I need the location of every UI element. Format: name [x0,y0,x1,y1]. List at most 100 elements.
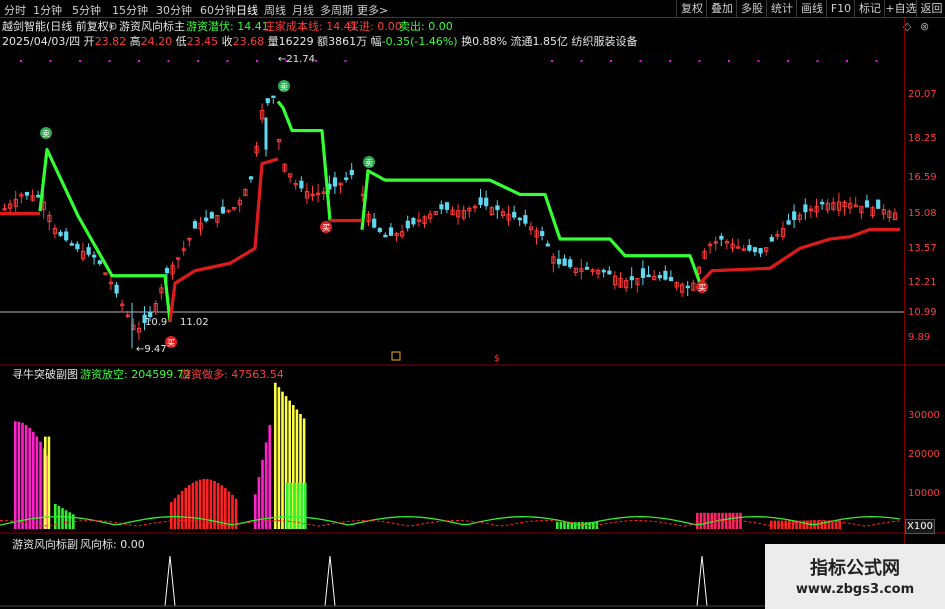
sell-marker-text: 卖 [280,83,288,92]
histogram-bar [68,512,71,529]
sell-marker: 卖 [278,80,290,92]
signal-dot [167,60,170,62]
candle-body [405,220,410,229]
sell-marker-text: 卖 [365,159,373,168]
candle-body [86,247,91,255]
histogram-bar [286,482,289,529]
histogram-bar [180,490,184,529]
signal-dot [226,60,229,62]
candle-body [876,199,881,209]
histogram-bar [28,427,31,529]
watermark-title: 指标公式网 [810,558,900,579]
histogram-bar [300,482,303,529]
histogram-bar [788,520,791,529]
cost-line [698,227,900,285]
candle-body [69,243,74,246]
candle-body [668,276,674,282]
candle-body [556,258,562,265]
histogram-bar [820,520,823,529]
candle-body [803,204,808,213]
signal-dot [875,60,878,62]
histogram-bar [791,520,795,529]
watermark-banner: 指标公式网 www.zbgs3.com [765,544,945,609]
histogram-bar [188,484,191,529]
signal-dot [669,60,671,62]
candle-body [607,270,612,275]
sub1-indicator-name[interactable]: 寻牛突破副图 [12,368,78,381]
histogram-bar [773,520,777,529]
candle-body [92,254,97,258]
candle-body [377,228,382,232]
histogram-bar [39,441,42,529]
histogram-bar [24,425,28,529]
buy-marker: 买 [165,336,177,348]
histogram-bar [699,512,703,529]
signal-dot [787,60,789,62]
candle-body [719,235,724,240]
price-tick: 20.07 [908,89,937,100]
price-tick: 13.57 [908,243,937,254]
signal-dot [20,60,22,62]
candle-body [192,221,198,229]
event-marker-icon [391,351,401,361]
histogram-bar [14,421,17,529]
candle-body [58,232,63,236]
candle-body [758,248,763,254]
signal-dot [49,60,52,62]
histogram-bar [277,387,281,529]
candle-body [164,268,170,274]
sub2-item: 风向标: 0.00 [80,538,145,551]
histogram-bar [563,522,566,529]
candle-body [786,220,791,225]
watermark-url: www.zbgs3.com [795,582,915,597]
candle-body [444,202,450,210]
candle-body [204,217,209,222]
candle-body [562,258,567,266]
candle-body [568,259,573,268]
histogram-bar [47,436,51,529]
histogram-bar [170,502,173,529]
histogram-bar [177,494,180,529]
histogram-bar [721,512,724,529]
signal-dot [580,60,583,62]
buy-marker: 买 [320,221,332,233]
candle-body [685,285,690,289]
candle-body [209,212,214,219]
candle-body [478,197,483,205]
signal-spike [164,555,176,607]
level-right-label: 11.02 [180,317,209,328]
sub1-item-long: 游资做多: 47563.54 [180,368,284,381]
candle-body [484,197,489,207]
candle-body [657,275,662,279]
signal-dot [344,60,347,62]
price-tick: 9.89 [908,332,931,343]
dollar-icon: $ [494,354,500,364]
sub2-indicator-name[interactable]: 游资风向标副 [12,538,78,551]
candle-body [349,169,354,175]
histogram-bar [706,512,710,529]
sub1-item-short: 游资放空: 204599.72 [80,368,191,381]
price-tick: 12.21 [908,277,937,288]
histogram-bar [268,425,271,529]
sell-marker: 卖 [363,156,375,168]
histogram-bar [227,491,231,529]
histogram-bar [559,522,563,529]
histogram-bar [64,510,68,529]
candlestick-chart[interactable]: 卖卖卖买买买$ [0,0,945,609]
candle-body [640,268,646,278]
sub1-green-line [0,516,901,526]
histogram-bar [304,482,307,529]
volume-tick: 20000 [908,449,940,460]
histogram-bar [556,522,559,529]
buy-marker-text: 买 [698,284,706,293]
histogram-bar [703,512,706,529]
candle-body [411,218,416,225]
sell-marker: 卖 [40,127,52,139]
candle-body [495,205,500,211]
histogram-bar [281,391,284,529]
histogram-bar [202,479,205,529]
candle-body [864,200,870,208]
histogram-bar [566,522,570,529]
histogram-bar [191,482,195,529]
candle-body [220,206,226,214]
